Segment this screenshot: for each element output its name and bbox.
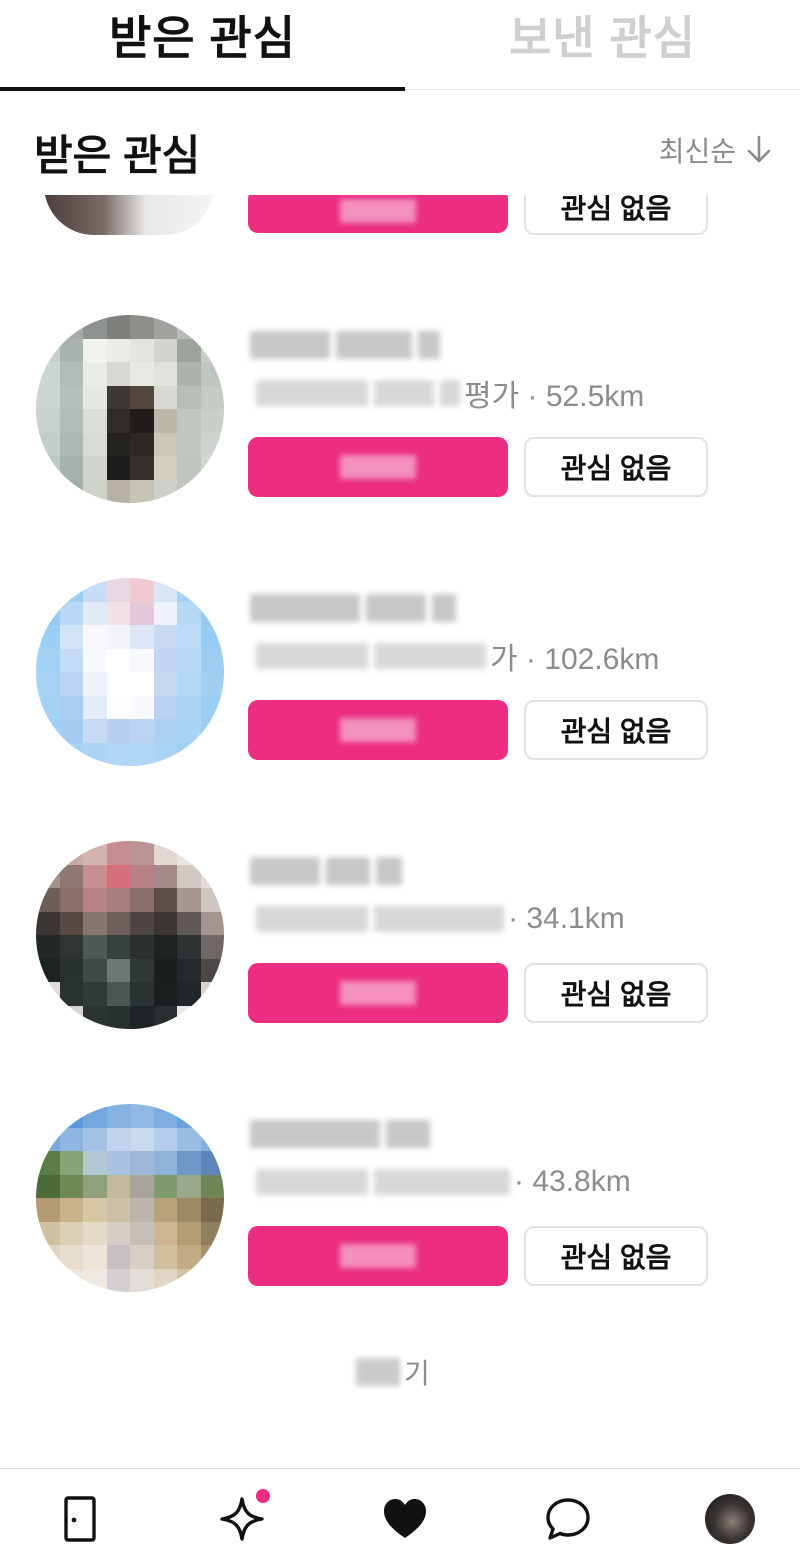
- meta-distance: · 34.1km: [508, 902, 625, 935]
- accept-label: [340, 455, 416, 479]
- accept-label: [340, 199, 416, 223]
- door-icon: [64, 1496, 96, 1542]
- name-redacted: [250, 1116, 430, 1152]
- name-redacted: [250, 853, 402, 889]
- meta-row: 평가 · 52.5km: [256, 373, 644, 413]
- meta-redacted: [256, 1169, 510, 1195]
- accept-label: [340, 981, 416, 1005]
- decline-button[interactable]: 관심 없음: [524, 1226, 708, 1286]
- chat-bubble-icon: [546, 1498, 590, 1540]
- meta-redacted: [256, 906, 504, 932]
- notification-badge: [256, 1489, 270, 1503]
- arrow-down-icon: [747, 135, 771, 163]
- list-item: · 43.8km 관심 없음: [0, 1094, 800, 1324]
- meta-redacted: [256, 380, 460, 406]
- meta-distance: · 43.8km: [514, 1165, 631, 1198]
- decline-button[interactable]: 관심 없음: [524, 700, 708, 760]
- avatar: [36, 1104, 224, 1292]
- meta-row: · 34.1km: [256, 899, 625, 939]
- name-redacted: [250, 327, 440, 363]
- meta-distance: 평가 · 52.5km: [464, 380, 645, 413]
- meta-row: 가 · 102.6km: [256, 636, 659, 676]
- nav-profile[interactable]: [702, 1491, 758, 1547]
- nav-door[interactable]: [52, 1491, 108, 1547]
- avatar: [36, 315, 224, 503]
- accept-label: [340, 718, 416, 742]
- list-item: 가 · 102.6km 관심 없음: [0, 568, 800, 798]
- sort-label: 최신순: [658, 136, 736, 167]
- accept-label: [340, 1244, 416, 1268]
- decline-button[interactable]: 관심 없음: [524, 437, 708, 497]
- avatar: [36, 841, 224, 1029]
- nav-chat[interactable]: [540, 1491, 596, 1547]
- meta-redacted: [256, 643, 486, 669]
- meta-row: · 43.8km: [256, 1162, 631, 1202]
- decline-button[interactable]: 관심 없음: [524, 195, 708, 235]
- avatar: [36, 578, 224, 766]
- more-label-suffix: 기: [404, 1358, 430, 1389]
- accept-button[interactable]: [248, 700, 508, 760]
- section-title: 받은 관심: [34, 132, 201, 179]
- avatar: [44, 195, 214, 235]
- decline-button[interactable]: 관심 없음: [524, 963, 708, 1023]
- nav-heart[interactable]: [377, 1491, 433, 1547]
- received-list: 관심 없음 평가 · 52.5km 관심 없음 가 · 102.6km 관심 없…: [0, 195, 800, 1465]
- more-label-redacted: [356, 1358, 400, 1386]
- name-redacted: [250, 590, 456, 626]
- profile-avatar: [705, 1494, 755, 1544]
- top-tabs: 받은 관심 보낸 관심: [0, 0, 800, 91]
- sort-button[interactable]: 최신순: [659, 130, 772, 170]
- meta-distance: 가 · 102.6km: [490, 643, 660, 676]
- heart-icon: [384, 1499, 426, 1538]
- tab-received[interactable]: 받은 관심: [0, 0, 405, 91]
- list-item: 평가 · 52.5km 관심 없음: [0, 305, 800, 535]
- bottom-nav: [0, 1468, 800, 1567]
- nav-sparkle[interactable]: [214, 1489, 270, 1547]
- accept-button[interactable]: [248, 963, 508, 1023]
- load-more-link[interactable]: 기: [356, 1352, 430, 1392]
- accept-button[interactable]: [248, 1226, 508, 1286]
- tab-sent[interactable]: 보낸 관심: [405, 0, 800, 90]
- list-item: · 34.1km 관심 없음: [0, 831, 800, 1061]
- accept-button[interactable]: [248, 437, 508, 497]
- accept-button[interactable]: [248, 195, 508, 233]
